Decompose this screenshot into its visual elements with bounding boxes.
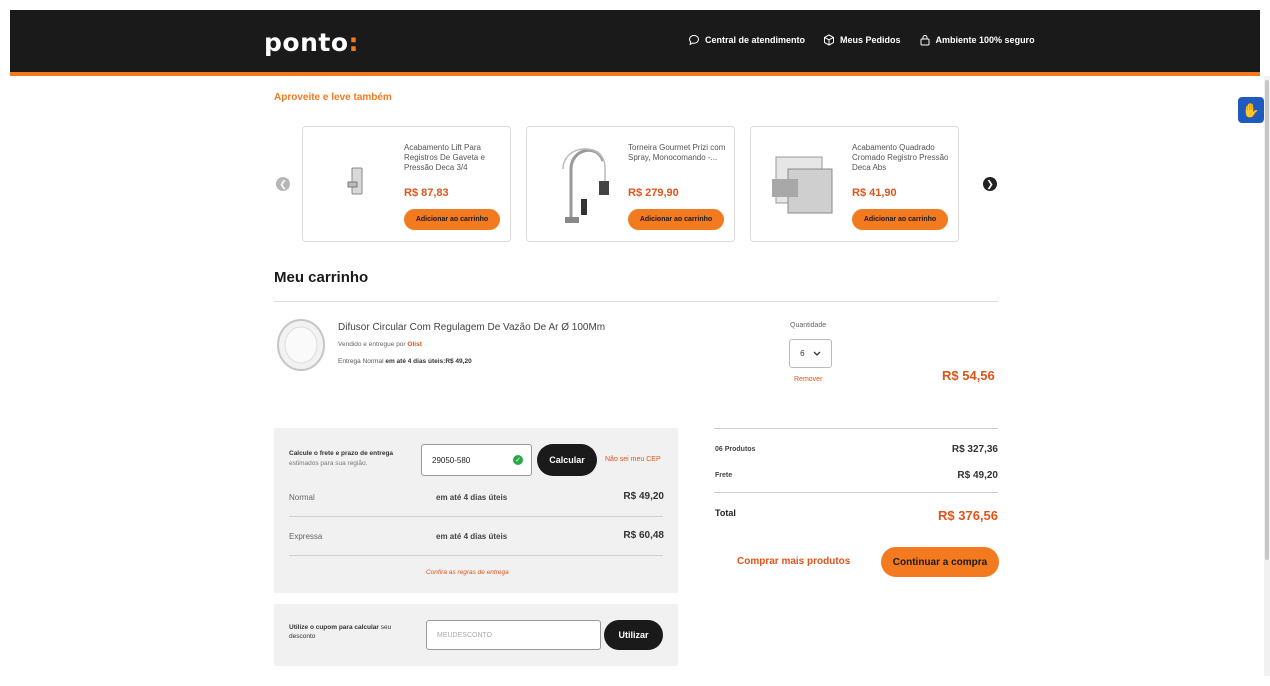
lock-icon [920, 35, 930, 46]
shipping-divider [289, 516, 663, 517]
secure-env-link[interactable]: Ambiente 100% seguro [919, 34, 1035, 46]
product-price: R$ 279,90 [628, 187, 679, 199]
unknown-cep-link[interactable]: Não sei meu CEP [605, 456, 661, 463]
seller-prefix: Vendido e entregue por [338, 341, 406, 348]
shipping-option-name: Normal [289, 493, 315, 502]
scrollbar-thumb[interactable] [1265, 80, 1269, 560]
my-orders-label: Meus Pedidos [840, 35, 901, 45]
coupon-label: Utilize o cupom para calcular seu descon… [289, 623, 409, 641]
secure-env-label: Ambiente 100% seguro [935, 35, 1035, 45]
summary-top-divider [714, 428, 998, 429]
product-card[interactable]: Acabamento Quadrado Cromado Registro Pre… [750, 126, 959, 242]
delivery-type: Entrega Normal [338, 358, 384, 365]
check-icon: ✓ [513, 455, 523, 465]
shipping-option-days: em até 4 dias úteis [436, 493, 508, 502]
seller-link[interactable]: Olist [407, 341, 421, 348]
product-image [539, 139, 619, 229]
cart-divider [274, 301, 998, 302]
product-name[interactable]: Acabamento Lift Para Registros De Gaveta… [404, 143, 504, 173]
cart-product-name[interactable]: Difusor Circular Com Regulagem De Vazão … [338, 322, 605, 333]
header-accent-bar [10, 72, 1260, 76]
cart-product-image [277, 319, 325, 371]
remove-item-link[interactable]: Remover [794, 376, 822, 383]
buy-more-button[interactable]: Comprar mais produtos [737, 556, 850, 567]
products-count-label: 06 Produtos [715, 446, 756, 453]
seller-info: Vendido e entregue por Olist [338, 341, 422, 348]
product-card[interactable]: Torneira Gourmet Prizi com Spray, Monoco… [526, 126, 735, 242]
product-image [315, 139, 395, 229]
coupon-label-bold: Utilize o cupom para calcular [289, 624, 379, 631]
add-to-cart-button[interactable]: Adicionar ao carrinho [628, 209, 724, 230]
cart-item-price: R$ 54,56 [942, 368, 995, 383]
continue-purchase-button[interactable]: Continuar a compra [881, 547, 999, 577]
shipping-option-days: em até 4 dias úteis [436, 532, 508, 541]
shipping-divider [289, 555, 663, 556]
shipping-label: Calcule o frete e prazo de entrega [289, 450, 394, 457]
shipping-option-price: R$ 49,20 [623, 491, 664, 502]
delivery-estimate: em até 4 dias úteis:R$ 49,20 [385, 358, 472, 365]
shipping-option-name: Expressa [289, 532, 323, 541]
help-center-link[interactable]: Central de atendimento [688, 34, 805, 46]
calculate-button[interactable]: Calcular [537, 444, 597, 476]
carousel-prev-icon[interactable]: ❮ [276, 177, 290, 191]
carousel-next-icon[interactable]: ❯ [983, 177, 997, 191]
product-name[interactable]: Acabamento Quadrado Cromado Registro Pre… [852, 143, 952, 173]
total-label: Total [715, 508, 736, 518]
header-links: Central de atendimento Meus Pedidos Ambi… [688, 34, 1035, 46]
add-to-cart-button[interactable]: Adicionar ao carrinho [852, 209, 948, 230]
chevron-down-icon [813, 351, 821, 356]
product-image [763, 139, 843, 229]
coupon-input[interactable]: MEUDESCONTO [426, 620, 601, 650]
freight-value: R$ 49,20 [957, 470, 998, 481]
products-subtotal: R$ 327,36 [951, 444, 998, 455]
shipping-option-price: R$ 60,48 [623, 530, 664, 541]
top-header [10, 10, 1260, 72]
help-center-label: Central de atendimento [705, 35, 806, 45]
logo-text: ponto [264, 28, 349, 57]
freight-label: Frete [715, 472, 733, 479]
box-icon [824, 34, 835, 46]
chat-bubble-icon [688, 34, 700, 46]
my-orders-link[interactable]: Meus Pedidos [823, 34, 901, 46]
logo[interactable]: ponto: [264, 28, 359, 57]
apply-coupon-button[interactable]: Utilizar [604, 620, 663, 650]
delivery-rules-link[interactable]: Confira as regras de entrega [426, 569, 509, 576]
logo-mark: : [348, 28, 359, 57]
delivery-info: Entrega Normal em até 4 dias úteis:R$ 49… [338, 358, 472, 365]
product-name[interactable]: Torneira Gourmet Prizi com Spray, Monoco… [628, 143, 728, 163]
accessibility-hand-icon[interactable]: ✋ [1238, 97, 1264, 123]
product-price: R$ 87,83 [404, 187, 449, 199]
shipping-sublabel: estimados para sua região. [289, 460, 368, 467]
quantity-label: Quantidade [790, 322, 827, 329]
recommendations-title: Aproveite e leve também [274, 92, 392, 103]
product-card[interactable]: Acabamento Lift Para Registros De Gaveta… [302, 126, 511, 242]
cart-title: Meu carrinho [274, 269, 369, 286]
total-value: R$ 376,56 [938, 508, 998, 523]
product-price: R$ 41,90 [852, 187, 897, 199]
add-to-cart-button[interactable]: Adicionar ao carrinho [404, 209, 500, 230]
quantity-value: 6 [800, 349, 805, 358]
quantity-select[interactable]: 6 [789, 339, 832, 368]
summary-divider [714, 492, 998, 493]
